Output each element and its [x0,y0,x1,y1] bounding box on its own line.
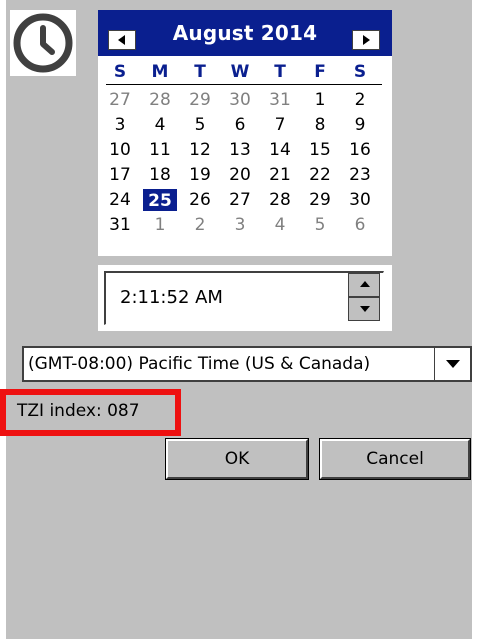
calendar-day[interactable]: 14 [263,139,297,161]
calendar-day[interactable]: 27 [223,189,257,211]
next-month-button[interactable] [352,30,380,50]
calendar-day[interactable]: 19 [183,164,217,186]
calendar-day[interactable]: 29 [183,89,217,111]
weekday-divider [106,84,382,85]
chevron-down-icon [446,360,460,368]
calendar-day[interactable]: 12 [183,139,217,161]
time-picker: 2:11:52 AM [98,265,392,331]
clock-icon [10,10,76,76]
calendar-day[interactable]: 9 [343,114,377,136]
calendar-day[interactable]: 3 [223,214,257,236]
time-field[interactable]: 2:11:52 AM [104,271,384,325]
weekday-label: F [314,62,326,82]
calendar-day[interactable]: 22 [303,164,337,186]
calendar-day[interactable]: 29 [303,189,337,211]
calendar-day[interactable]: 10 [103,139,137,161]
calendar-day[interactable]: 21 [263,164,297,186]
calendar-day[interactable]: 7 [263,114,297,136]
calendar-day[interactable]: 13 [223,139,257,161]
calendar-day[interactable]: 4 [263,214,297,236]
calendar-day[interactable]: 17 [103,164,137,186]
calendar-day[interactable]: 2 [183,214,217,236]
arrow-down-icon [360,306,370,312]
calendar-day[interactable]: 30 [223,89,257,111]
calendar-day[interactable]: 15 [303,139,337,161]
calendar-day[interactable]: 27 [103,89,137,111]
time-value[interactable]: 2:11:52 AM [120,287,223,308]
calendar-day[interactable]: 31 [103,214,137,236]
calendar-day[interactable]: 11 [143,139,177,161]
time-increment-button[interactable] [348,273,380,297]
weekday-label: T [274,62,286,82]
calendar-day[interactable]: 26 [183,189,217,211]
tzi-index-label: TZI index: 087 [17,401,140,421]
weekday-label: S [353,62,367,82]
calendar-day[interactable]: 1 [303,89,337,111]
timezone-select[interactable]: (GMT-08:00) Pacific Time (US & Canada) [22,346,472,382]
calendar-day[interactable]: 18 [143,164,177,186]
weekday-label: M [151,62,169,82]
timezone-selected-value: (GMT-08:00) Pacific Time (US & Canada) [28,354,371,374]
cancel-button[interactable]: Cancel [319,438,471,480]
weekday-label: T [194,62,206,82]
month-calendar: August 2014 SMTWTFS 27 28 29 30 31 1 2 3 4 5 6 7 8 9 1… [98,10,392,256]
calendar-day[interactable]: 16 [343,139,377,161]
calendar-day[interactable]: 4 [143,114,177,136]
time-decrement-button[interactable] [348,297,380,321]
weekday-label: S [113,62,127,82]
calendar-day[interactable]: 2 [343,89,377,111]
arrow-up-icon [360,281,370,287]
calendar-day[interactable]: 5 [303,214,337,236]
calendar-day[interactable]: 31 [263,89,297,111]
calendar-day[interactable]: 28 [263,189,297,211]
weekday-label: W [230,62,250,82]
calendar-day[interactable]: 20 [223,164,257,186]
calendar-header: August 2014 [98,10,392,56]
calendar-day[interactable]: 30 [343,189,377,211]
calendar-day[interactable]: 5 [183,114,217,136]
window-border-left [0,0,6,639]
window-border-right [472,0,480,639]
calendar-day[interactable]: 8 [303,114,337,136]
calendar-day[interactable]: 1 [143,214,177,236]
calendar-day[interactable]: 6 [343,214,377,236]
calendar-day[interactable]: 23 [343,164,377,186]
calendar-day[interactable]: 24 [103,189,137,211]
calendar-month-title[interactable]: August 2014 [98,21,392,45]
calendar-day[interactable]: 3 [103,114,137,136]
ok-button[interactable]: OK [165,438,309,480]
calendar-day[interactable]: 6 [223,114,257,136]
calendar-day[interactable]: 28 [143,89,177,111]
arrow-right-icon [363,35,370,45]
calendar-day-selected[interactable]: 25 [142,188,178,212]
timezone-dropdown-button[interactable] [434,348,470,380]
